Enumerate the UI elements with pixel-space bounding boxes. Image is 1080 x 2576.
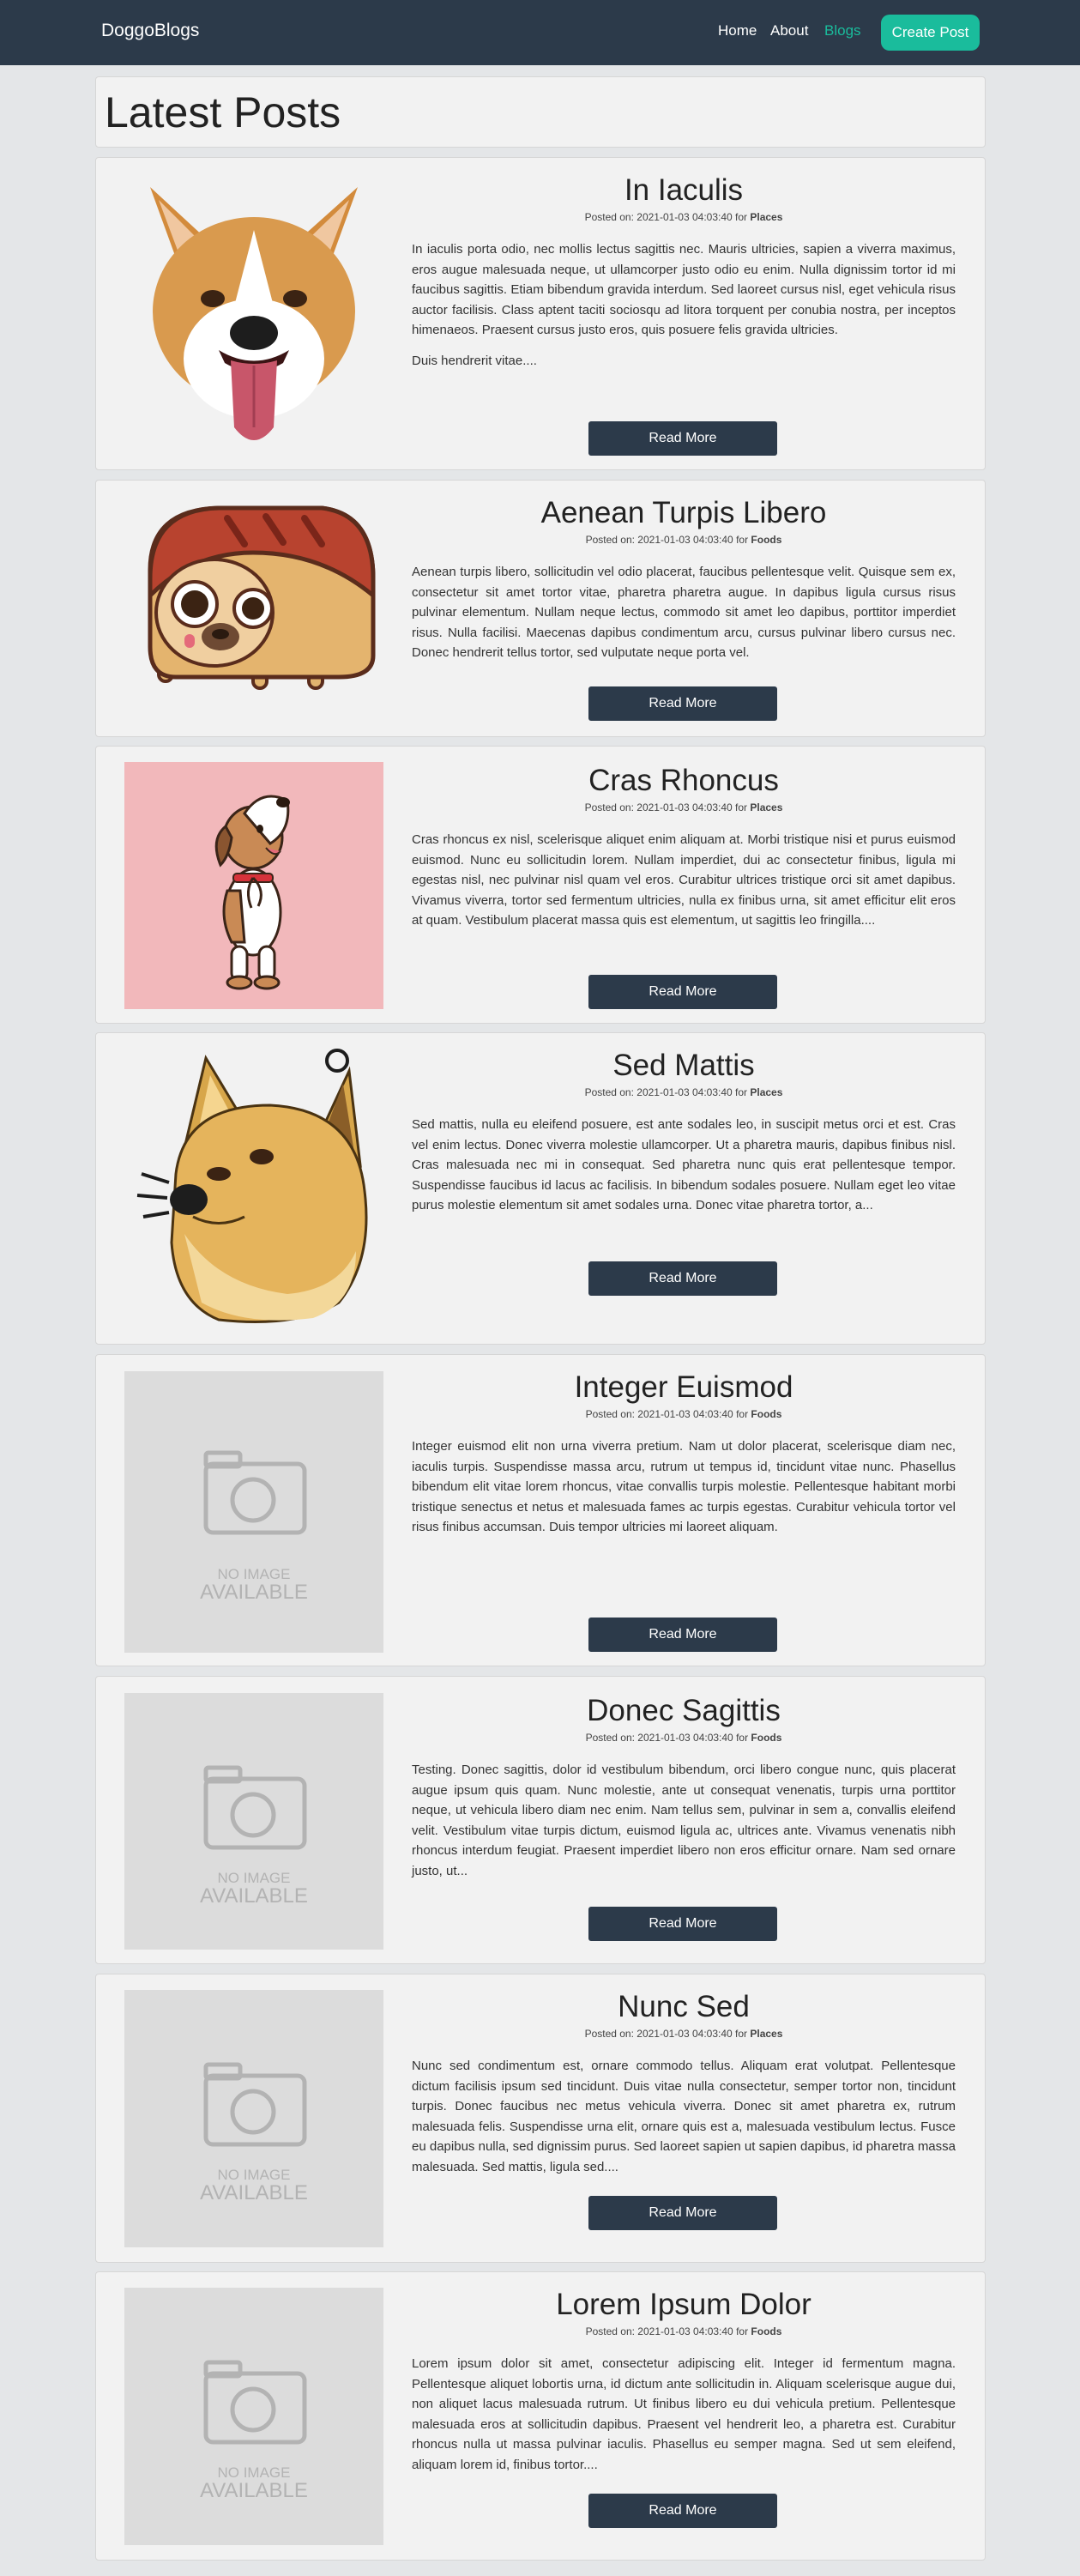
post-excerpt: Cras rhoncus ex nisl, scelerisque alique… — [412, 832, 956, 928]
post-card: NO IMAGE AVAILABLE Lorem Ipsum Dolor Pos… — [95, 2271, 986, 2561]
post-meta: Posted on: 2021-01-03 04:03:40 for Foods — [585, 534, 782, 546]
heading-card: Latest Posts — [95, 76, 986, 148]
post-card: NO IMAGE AVAILABLE Nunc Sed Posted on: 2… — [95, 1974, 986, 2263]
post-category: Foods — [751, 1732, 782, 1744]
post-meta: Posted on: 2021-01-03 04:03:40 for Foods — [585, 1408, 782, 1420]
post-excerpt: Testing. Donec sagittis, dolor id vestib… — [412, 1763, 956, 1878]
post-card: Sed Mattis Posted on: 2021-01-03 04:03:4… — [95, 1032, 986, 1345]
post-card: NO IMAGE AVAILABLE Donec Sagittis Posted… — [95, 1676, 986, 1964]
post-content: Donec Sagittis Posted on: 2021-01-03 04:… — [412, 1694, 956, 1881]
post-title[interactable]: Donec Sagittis — [412, 1694, 956, 1728]
post-content: Integer Euismod Posted on: 2021-01-03 04… — [412, 1370, 956, 1538]
post-meta: Posted on: 2021-01-03 04:03:40 for Place… — [584, 1086, 783, 1098]
brand-logo[interactable]: DoggoBlogs — [101, 21, 199, 41]
post-category: Places — [750, 2028, 783, 2040]
post-excerpt: Aenean turpis libero, sollicitudin vel o… — [412, 565, 956, 660]
post-meta: Posted on: 2021-01-03 04:03:40 for Foods — [585, 1732, 782, 1744]
no-image-label-available: AVAILABLE — [200, 2181, 308, 2204]
post-card: NO IMAGE AVAILABLE Integer Euismod Poste… — [95, 1354, 986, 1666]
no-image-label-available: AVAILABLE — [200, 2479, 308, 2502]
post-card: Aenean Turpis Libero Posted on: 2021-01-… — [95, 480, 986, 737]
post-title[interactable]: Nunc Sed — [412, 1990, 956, 2024]
post-title[interactable]: Cras Rhoncus — [412, 764, 956, 798]
post-excerpt: In iaculis porta odio, nec mollis lectus… — [412, 242, 956, 337]
post-content: Sed Mattis Posted on: 2021-01-03 04:03:4… — [412, 1049, 956, 1216]
page-title: Latest Posts — [105, 88, 341, 136]
read-more-button[interactable]: Read More — [588, 686, 777, 721]
post-meta: Posted on: 2021-01-03 04:03:40 for Place… — [584, 211, 783, 223]
nav-link-home[interactable]: Home — [718, 22, 757, 39]
puppy-standing-image[interactable] — [124, 762, 383, 1009]
post-excerpt: Nunc sed condimentum est, ornare commodo… — [412, 2059, 956, 2174]
read-more-button[interactable]: Read More — [588, 2196, 777, 2230]
nav-link-blogs[interactable]: Blogs — [824, 22, 861, 39]
nav-link-about[interactable]: About — [770, 22, 808, 39]
post-content: In Iaculis Posted on: 2021-01-03 04:03:4… — [412, 173, 956, 371]
post-content: Cras Rhoncus Posted on: 2021-01-03 04:03… — [412, 764, 956, 931]
no-image-label-available: AVAILABLE — [200, 1884, 308, 1908]
post-content: Aenean Turpis Libero Posted on: 2021-01-… — [412, 496, 956, 663]
navbar: DoggoBlogs Home About Blogs Create Post — [0, 0, 1080, 65]
read-more-button[interactable]: Read More — [588, 1261, 777, 1296]
read-more-button[interactable]: Read More — [588, 1618, 777, 1652]
read-more-button[interactable]: Read More — [588, 1907, 777, 1941]
post-meta: Posted on: 2021-01-03 04:03:40 for Place… — [584, 801, 783, 813]
post-category: Foods — [751, 534, 782, 546]
post-card: Cras Rhoncus Posted on: 2021-01-03 04:03… — [95, 746, 986, 1024]
post-excerpt: Sed mattis, nulla eu eleifend posuere, e… — [412, 1117, 956, 1212]
no-image-placeholder[interactable]: NO IMAGE AVAILABLE — [124, 1990, 383, 2247]
post-category: Places — [750, 801, 783, 813]
create-post-button[interactable]: Create Post — [881, 15, 980, 51]
post-title[interactable]: Integer Euismod — [412, 1370, 956, 1405]
post-excerpt: Integer euismod elit non urna viverra pr… — [412, 1439, 956, 1534]
post-content: Nunc Sed Posted on: 2021-01-03 04:03:40 … — [412, 1990, 956, 2177]
read-more-button[interactable]: Read More — [588, 975, 777, 1009]
post-title[interactable]: Lorem Ipsum Dolor — [412, 2288, 956, 2322]
corgi-image[interactable] — [124, 170, 383, 457]
pug-bread-image[interactable] — [124, 493, 383, 724]
no-image-placeholder[interactable]: NO IMAGE AVAILABLE — [124, 1693, 383, 1950]
no-image-label-available: AVAILABLE — [200, 1581, 308, 1604]
no-image-placeholder[interactable]: NO IMAGE AVAILABLE — [124, 1371, 383, 1653]
post-card: In Iaculis Posted on: 2021-01-03 04:03:4… — [95, 157, 986, 470]
post-content: Lorem Ipsum Dolor Posted on: 2021-01-03 … — [412, 2288, 956, 2475]
post-title[interactable]: Aenean Turpis Libero — [412, 496, 956, 530]
post-title[interactable]: In Iaculis — [412, 173, 956, 208]
post-meta: Posted on: 2021-01-03 04:03:40 for Foods — [585, 2325, 782, 2337]
post-title[interactable]: Sed Mattis — [412, 1049, 956, 1083]
doge-image[interactable] — [124, 1045, 383, 1328]
no-image-placeholder[interactable]: NO IMAGE AVAILABLE — [124, 2288, 383, 2545]
post-category: Foods — [751, 1408, 782, 1420]
post-category: Places — [750, 1086, 783, 1098]
post-category: Foods — [751, 2325, 782, 2337]
post-excerpt: Lorem ipsum dolor sit amet, consectetur … — [412, 2356, 956, 2472]
post-meta: Posted on: 2021-01-03 04:03:40 for Place… — [584, 2028, 783, 2040]
read-more-button[interactable]: Read More — [588, 2494, 777, 2528]
post-category: Places — [750, 211, 783, 223]
read-more-button[interactable]: Read More — [588, 421, 777, 456]
post-excerpt-continued: Duis hendrerit vitae.... — [412, 353, 537, 368]
